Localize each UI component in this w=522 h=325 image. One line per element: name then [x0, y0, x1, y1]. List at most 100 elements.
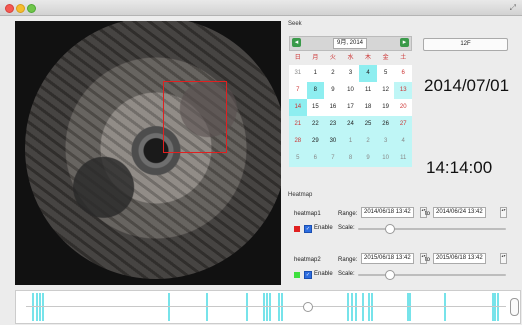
next-month-icon[interactable]: ▸: [400, 38, 409, 47]
calendar-day[interactable]: 11: [394, 150, 412, 167]
calendar-day[interactable]: 16: [324, 99, 342, 116]
timeline-event-mark: [407, 293, 409, 321]
calendar-day[interactable]: 15: [306, 99, 325, 116]
range-from-field[interactable]: 2014/06/18 13:42: [361, 207, 414, 218]
calendar-day[interactable]: 5: [289, 150, 307, 167]
timeline-event-mark: [206, 293, 208, 321]
weekday-header: 土: [400, 55, 407, 61]
scale-slider-track[interactable]: [358, 274, 506, 276]
calendar-day[interactable]: 1: [306, 65, 325, 82]
calendar-day[interactable]: 23: [324, 116, 342, 133]
fisheye-camera-image: [25, 21, 281, 279]
timeline-event-mark: [347, 293, 349, 321]
timeline-event-mark: [266, 293, 268, 321]
timeline-event-mark: [355, 293, 357, 321]
heatmap-section-label: Heatmap: [288, 192, 313, 198]
range-to-stepper[interactable]: ▴▾: [500, 253, 507, 264]
calendar-day[interactable]: 27: [394, 116, 412, 133]
weekday-header: 日: [294, 55, 301, 61]
heatmap-name: heatmap2: [294, 257, 321, 263]
timeline-track[interactable]: [26, 306, 506, 307]
timeline-event-mark: [246, 293, 248, 321]
calendar-day[interactable]: 3: [376, 133, 395, 150]
timeline-event-mark: [492, 293, 494, 321]
timeline-event-mark: [36, 293, 38, 321]
calendar-day[interactable]: 24: [341, 116, 360, 133]
to-label: to: [425, 257, 431, 263]
range-label: Range:: [338, 211, 358, 217]
heatmap-name: heatmap1: [294, 211, 321, 217]
resize-arrows-icon[interactable]: ⤢: [510, 3, 516, 13]
calendar-grid: 日月火水木金土 31 1 2 3 4 5 6 7 8 9 10 11 12 13 14 15 16 17 18 19 20…: [289, 51, 412, 167]
timeline-end-handle[interactable]: [510, 298, 519, 316]
camera-view[interactable]: [15, 21, 281, 285]
prev-month-icon[interactable]: ◂: [292, 38, 301, 47]
calendar-day[interactable]: 7: [289, 82, 307, 99]
calendar-day[interactable]: 6: [306, 150, 325, 167]
enable-checkbox[interactable]: ✓: [304, 225, 312, 233]
range-to-field[interactable]: 2014/06/24 13:42: [433, 207, 486, 218]
calendar-day[interactable]: 26: [376, 116, 395, 133]
calendar-day[interactable]: 29: [306, 133, 325, 150]
calendar-day[interactable]: 18: [359, 99, 377, 116]
calendar-day[interactable]: 5: [376, 65, 395, 82]
zoom-window-button[interactable]: [27, 4, 36, 13]
range-to-stepper[interactable]: ▴▾: [500, 207, 507, 218]
calendar-day[interactable]: 14: [289, 99, 307, 116]
enable-checkbox[interactable]: ✓: [304, 271, 312, 279]
weekday-header: 水: [347, 55, 354, 61]
close-window-button[interactable]: [5, 4, 14, 13]
weekday-header: 火: [329, 55, 336, 61]
calendar-day[interactable]: 8: [341, 150, 360, 167]
scale-label: Scale:: [338, 271, 355, 277]
calendar-day[interactable]: 13: [394, 82, 412, 99]
calendar-day[interactable]: 11: [359, 82, 377, 99]
calendar-day[interactable]: 4: [359, 65, 377, 82]
calendar-day[interactable]: 10: [341, 82, 360, 99]
calendar-day[interactable]: 30: [324, 133, 342, 150]
calendar-day[interactable]: 20: [394, 99, 412, 116]
scale-slider-knob[interactable]: [385, 270, 395, 280]
scale-slider-knob[interactable]: [385, 224, 395, 234]
calendar-day[interactable]: 17: [341, 99, 360, 116]
calendar-day[interactable]: 10: [376, 150, 395, 167]
timeline[interactable]: [15, 290, 521, 324]
calendar-day[interactable]: 4: [394, 133, 412, 150]
floor-button[interactable]: 12F: [423, 38, 508, 51]
enable-label: Enable: [314, 225, 333, 231]
weekday-header: 木: [365, 55, 372, 61]
calendar-day[interactable]: 9: [359, 150, 377, 167]
heatmap-section: Heatmap heatmap1 Range: 2014/06/18 13:42…: [286, 188, 518, 298]
calendar: ◂ 9月, 2014 ▸ 日月火水木金土 31 1 2 3 4 5 6 7 8 9 10 11 12 13 1…: [289, 36, 412, 167]
timeline-event-mark: [362, 293, 364, 321]
range-to-field[interactable]: 2015/06/18 13:42: [433, 253, 486, 264]
calendar-day[interactable]: 25: [359, 116, 377, 133]
calendar-day[interactable]: 19: [376, 99, 395, 116]
timeline-playhead[interactable]: [303, 302, 313, 312]
timeline-event-mark: [444, 293, 446, 321]
calendar-day[interactable]: 8: [306, 82, 325, 99]
calendar-day[interactable]: 12: [376, 82, 395, 99]
calendar-day[interactable]: 6: [394, 65, 412, 82]
heatmap-color-swatch: [294, 226, 300, 232]
calendar-day[interactable]: 2: [324, 65, 342, 82]
scale-slider-track[interactable]: [358, 228, 506, 230]
timeline-event-mark: [409, 293, 411, 321]
timeline-event-mark: [368, 293, 370, 321]
minimize-window-button[interactable]: [16, 4, 25, 13]
calendar-day[interactable]: 28: [289, 133, 307, 150]
timeline-event-mark: [497, 293, 499, 321]
calendar-day[interactable]: 1: [341, 133, 360, 150]
range-from-field[interactable]: 2015/06/18 13:42: [361, 253, 414, 264]
calendar-day[interactable]: 9: [324, 82, 342, 99]
seek-section: Seek ◂ 9月, 2014 ▸ 日月火水木金土 31 1 2 3 4 5 6 7 8 9 10 11…: [286, 18, 518, 182]
calendar-day[interactable]: 22: [306, 116, 325, 133]
enable-label: Enable: [314, 271, 333, 277]
calendar-day[interactable]: 3: [341, 65, 360, 82]
calendar-day[interactable]: 7: [324, 150, 342, 167]
calendar-day[interactable]: 31: [289, 65, 307, 82]
calendar-day[interactable]: 2: [359, 133, 377, 150]
selection-region[interactable]: [163, 81, 227, 153]
calendar-day[interactable]: 21: [289, 116, 307, 133]
month-year-field[interactable]: 9月, 2014: [333, 38, 368, 49]
